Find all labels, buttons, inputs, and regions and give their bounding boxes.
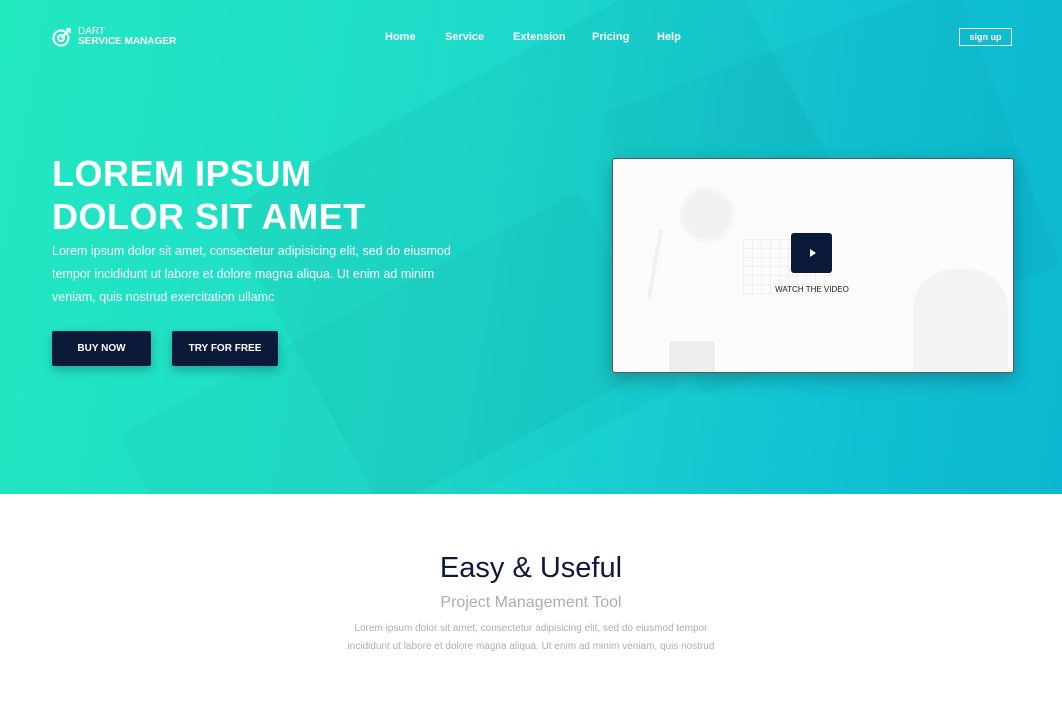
logo[interactable]: DART SERVICE MANAGER bbox=[52, 27, 176, 47]
watch-video-label[interactable]: WATCH THE VIDEO bbox=[613, 285, 1011, 294]
nav-service[interactable]: Service bbox=[445, 31, 484, 43]
play-icon bbox=[809, 249, 816, 257]
signup-button[interactable]: sign up bbox=[959, 28, 1012, 46]
hero-title: LOREM IPSUM DOLOR SIT AMET bbox=[52, 152, 366, 238]
try-for-free-button[interactable]: TRY FOR FREE bbox=[172, 331, 278, 366]
nav-extension[interactable]: Extension bbox=[513, 31, 566, 43]
logo-text: DART SERVICE MANAGER bbox=[78, 27, 176, 47]
hero-description: Lorem ipsum dolor sit amet, consectetur … bbox=[52, 244, 451, 304]
buy-now-button[interactable]: BUY NOW bbox=[52, 331, 151, 366]
hero-section: DART SERVICE MANAGER Home Service Extens… bbox=[0, 0, 1062, 494]
nav-pricing[interactable]: Pricing bbox=[592, 31, 629, 43]
target-icon bbox=[52, 28, 71, 47]
features-description: Lorem ipsum dolor sit amet, consectetur … bbox=[347, 623, 715, 652]
hero-title-line1: LOREM IPSUM bbox=[52, 153, 312, 194]
logo-line2: SERVICE MANAGER bbox=[78, 36, 177, 47]
nav-help[interactable]: Help bbox=[657, 31, 681, 43]
features-section: Easy & Useful Project Management Tool Lo… bbox=[0, 494, 1062, 708]
nav-home[interactable]: Home bbox=[385, 31, 416, 43]
play-button[interactable] bbox=[791, 233, 832, 273]
video-bg-phone bbox=[669, 341, 715, 372]
video-preview[interactable]: WATCH THE VIDEO bbox=[612, 158, 1014, 373]
features-title: Easy & Useful bbox=[439, 552, 623, 584]
video-bg-cup bbox=[679, 187, 735, 243]
hero-title-line2: DOLOR SIT AMET bbox=[52, 196, 366, 237]
features-subtitle: Project Management Tool bbox=[440, 594, 622, 611]
